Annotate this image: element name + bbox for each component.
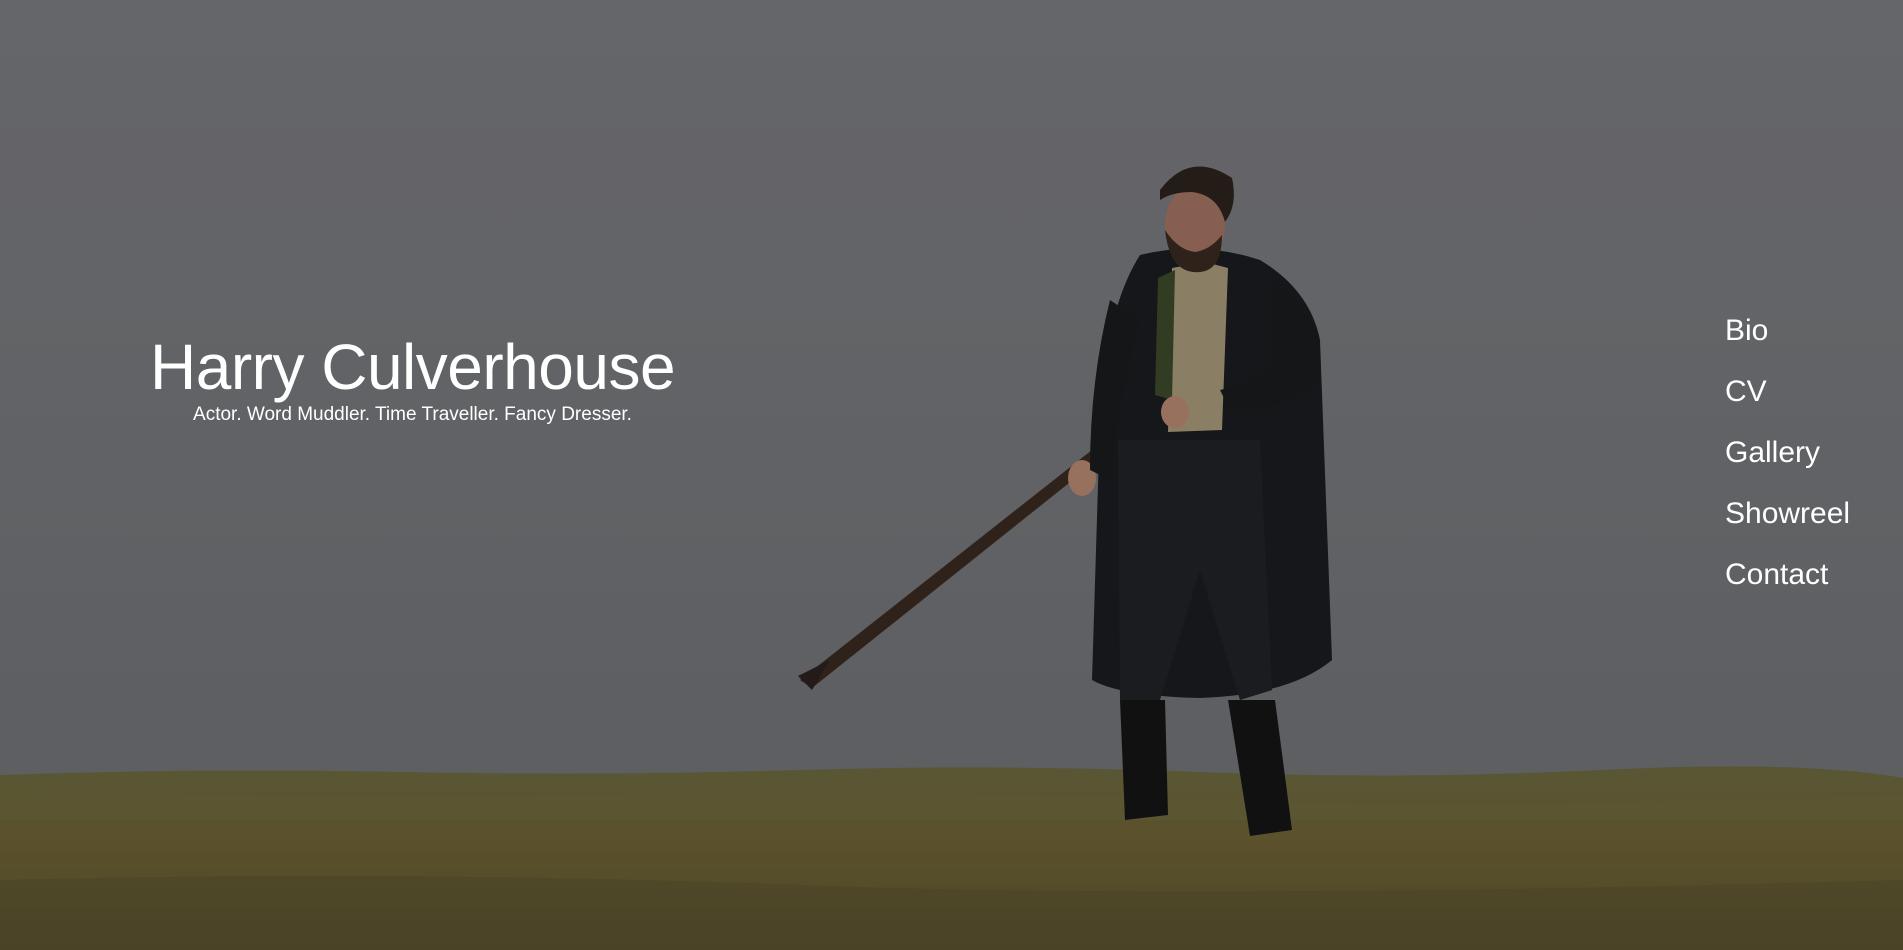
nav-link-contact[interactable]: Contact [1725,554,1828,596]
background-photo [0,0,1903,950]
nav-item-showreel: Showreel [1725,493,1850,554]
nav-item-contact: Contact [1725,554,1850,615]
nav-link-gallery[interactable]: Gallery [1725,432,1820,474]
nav-link-bio[interactable]: Bio [1725,310,1768,352]
site-title[interactable]: Harry Culverhouse [150,330,676,404]
hero-section: Harry Culverhouse Actor. Word Muddler. T… [0,0,1903,950]
site-tagline: Actor. Word Muddler. Time Traveller. Fan… [193,404,632,425]
site-branding: Harry Culverhouse Actor. Word Muddler. T… [150,330,676,426]
nav-item-bio: Bio [1725,310,1850,371]
nav-link-showreel[interactable]: Showreel [1725,493,1850,535]
nav-item-gallery: Gallery [1725,432,1850,493]
main-nav: Bio CV Gallery Showreel Contact [1725,310,1850,615]
nav-item-cv: CV [1725,371,1850,432]
nav-link-cv[interactable]: CV [1725,371,1767,413]
